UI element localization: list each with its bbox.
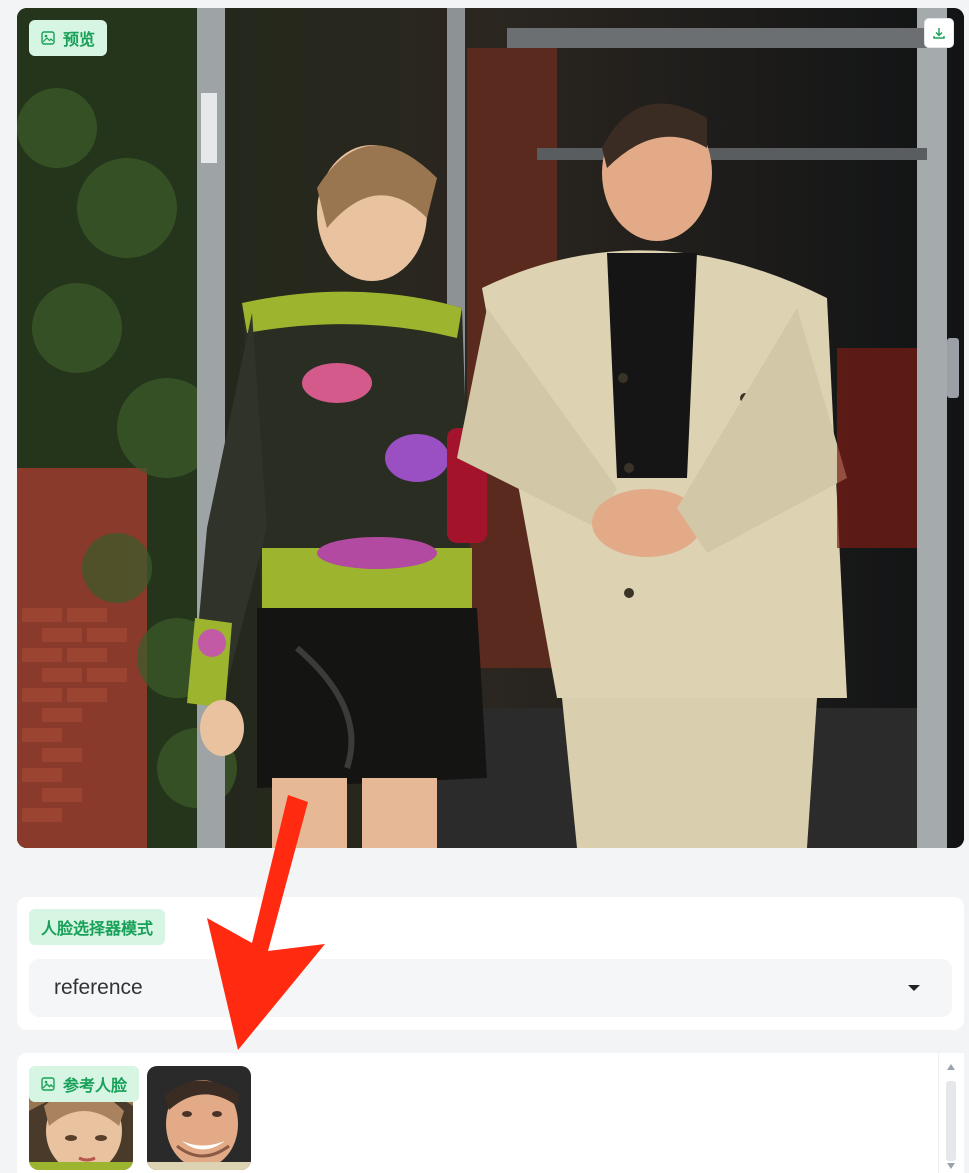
preview-panel: 预览	[17, 8, 964, 848]
face-selector-mode-panel: 人脸选择器模式 reference	[17, 897, 964, 1030]
face-selector-mode-dropdown[interactable]: reference	[29, 959, 952, 1017]
reference-faces-panel: 参考人脸	[17, 1053, 938, 1173]
reference-faces-scrollbar[interactable]	[938, 1053, 964, 1173]
image-icon	[41, 31, 55, 45]
preview-label-chip: 预览	[29, 20, 108, 56]
scroll-up-arrow-icon[interactable]	[947, 1064, 955, 1070]
reference-faces-label-text: 参考人脸	[63, 1076, 128, 1095]
scroll-down-arrow-icon[interactable]	[947, 1163, 955, 1169]
reference-faces-label-chip: 参考人脸	[29, 1066, 140, 1102]
preview-label-text: 预览	[63, 30, 96, 49]
image-icon	[41, 1077, 55, 1091]
preview-image	[17, 8, 964, 848]
face-selector-mode-label: 人脸选择器模式	[29, 909, 166, 945]
reference-face-thumbnail[interactable]	[147, 1066, 251, 1170]
download-button[interactable]	[924, 18, 954, 48]
face-selector-mode-label-text: 人脸选择器模式	[41, 919, 154, 938]
dropdown-selected-value: reference	[54, 976, 143, 999]
download-icon	[933, 28, 945, 39]
scrollbar-thumb[interactable]	[946, 1081, 956, 1161]
face-thumbnail-image	[147, 1066, 251, 1170]
caret-down-icon	[908, 985, 920, 991]
